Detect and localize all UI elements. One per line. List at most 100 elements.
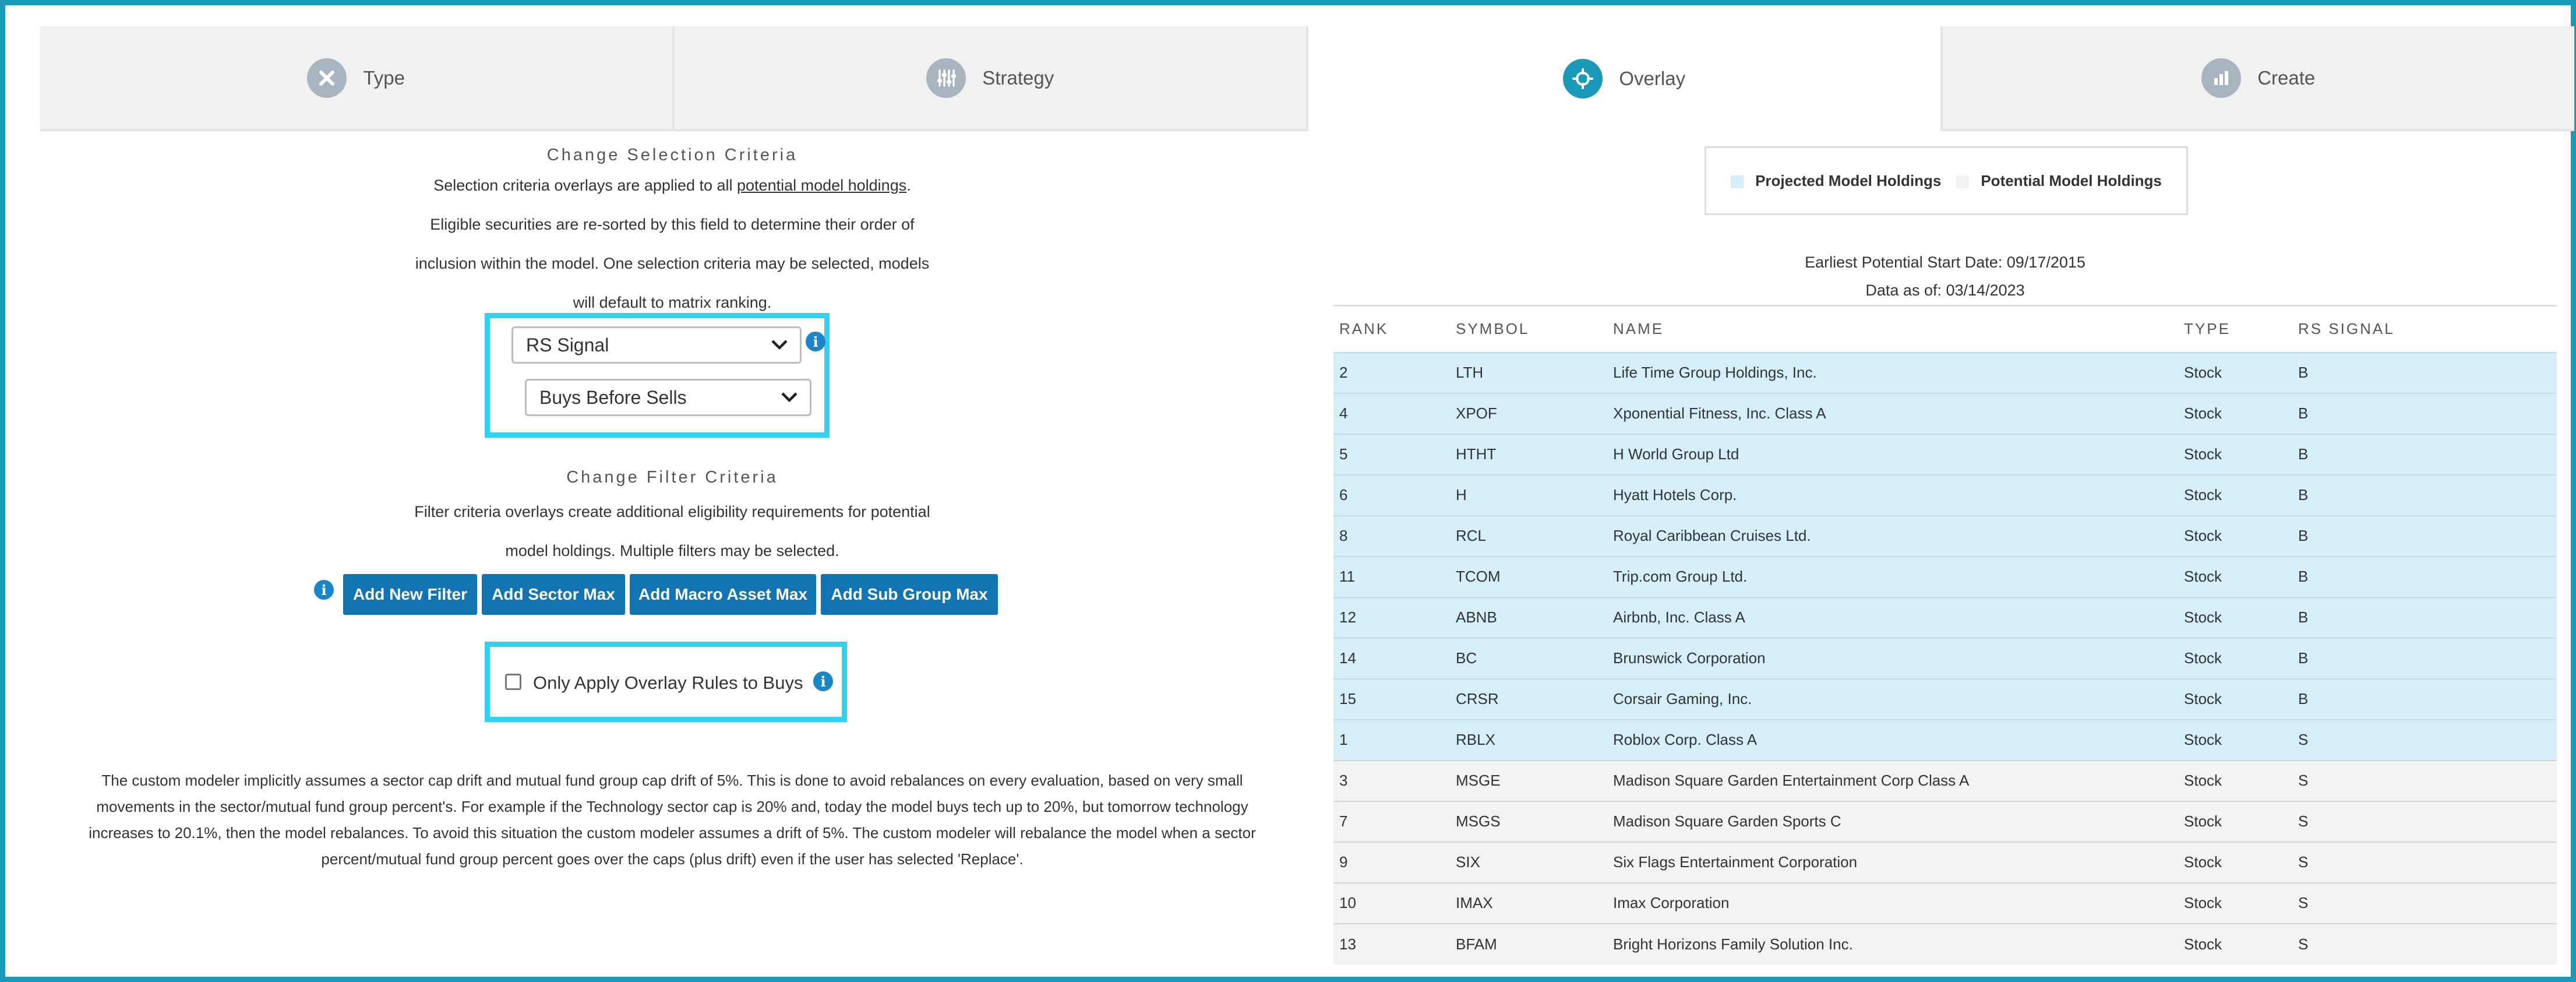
cell-type: Stock [2178, 555, 2292, 597]
add-new-filter-button[interactable]: Add New Filter [343, 574, 477, 615]
cell-symbol: SIX [1450, 841, 1607, 883]
col-name[interactable]: NAME [1607, 305, 2178, 353]
filter-description: Filter criteria overlays create addition… [366, 492, 978, 571]
tab-create[interactable]: Create [1942, 26, 2574, 131]
cell-rank: 2 [1333, 351, 1450, 393]
cell-rank: 13 [1333, 923, 1450, 965]
chevron-down-icon [781, 392, 797, 403]
cell-rank: 4 [1333, 392, 1450, 434]
add-sub-group-max-button[interactable]: Add Sub Group Max [821, 574, 998, 615]
add-macro-asset-max-button[interactable]: Add Macro Asset Max [630, 574, 816, 615]
tab-type[interactable]: Type [40, 26, 675, 131]
selection-criteria-highlight: RS Signal Buys Before Sells [485, 313, 830, 438]
cell-symbol: LTH [1450, 351, 1607, 393]
table-row: 3 MSGE Madison Square Garden Entertainment… [1333, 759, 2557, 801]
cell-rank: 8 [1333, 515, 1450, 557]
cell-signal: B [2292, 678, 2557, 720]
cell-symbol: XPOF [1450, 392, 1607, 434]
cell-signal: B [2292, 392, 2557, 434]
cell-signal: S [2292, 759, 2557, 801]
col-type[interactable]: TYPE [2178, 305, 2292, 353]
cell-name: Xponential Fitness, Inc. Class A [1607, 392, 2178, 434]
app-frame: Type Strategy Overlay Create Change Sele… [0, 0, 2576, 982]
cell-rank: 12 [1333, 596, 1450, 638]
cell-rank: 1 [1333, 719, 1450, 761]
cell-symbol: BC [1450, 637, 1607, 679]
chevron-down-icon [771, 340, 788, 350]
holdings-legend: Projected Model Holdings Potential Model… [1705, 146, 2188, 215]
table-row: 13 BFAM Bright Horizons Family Solution In… [1333, 923, 2557, 965]
selection-info-icon[interactable]: i [806, 332, 825, 351]
cell-rank: 11 [1333, 555, 1450, 597]
footnote-line2: movements in the sector/mutual fund grou… [96, 798, 1248, 815]
cell-type: Stock [2178, 841, 2292, 883]
cell-symbol: RCL [1450, 515, 1607, 557]
tab-overlay-label: Overlay [1619, 68, 1686, 89]
col-rs-signal[interactable]: RS SIGNAL [2292, 305, 2557, 353]
cell-rank: 3 [1333, 759, 1450, 801]
footnote-line3: increases to 20.1%, then the model rebal… [89, 824, 1256, 842]
bar-chart-icon [2201, 58, 2242, 98]
cell-name: Life Time Group Holdings, Inc. [1607, 351, 2178, 393]
footnote-line1: The custom modeler implicitly assumes a … [101, 772, 1243, 789]
cell-signal: B [2292, 515, 2557, 557]
cell-rank: 10 [1333, 882, 1450, 924]
cell-signal: B [2292, 637, 2557, 679]
cell-type: Stock [2178, 351, 2292, 393]
col-symbol[interactable]: SYMBOL [1450, 305, 1607, 353]
add-sector-max-button[interactable]: Add Sector Max [482, 574, 625, 615]
cell-signal: S [2292, 841, 2557, 883]
legend-projected: Projected Model Holdings [1731, 172, 1941, 190]
cell-signal: S [2292, 800, 2557, 842]
cell-name: Airbnb, Inc. Class A [1607, 596, 2178, 638]
cell-rank: 14 [1333, 637, 1450, 679]
drift-footnote: The custom modeler implicitly assumes a … [63, 768, 1281, 872]
only-buys-label: Only Apply Overlay Rules to Buys [533, 673, 803, 693]
cell-symbol: BFAM [1450, 923, 1607, 965]
table-row: 8 RCL Royal Caribbean Cruises Ltd. Stock B [1333, 515, 2557, 557]
sort-order-dropdown[interactable]: Buys Before Sells [525, 379, 811, 416]
tab-overlay[interactable]: Overlay [1308, 26, 1943, 131]
only-buys-highlight: Only Apply Overlay Rules to Buys i [485, 642, 847, 722]
cell-rank: 9 [1333, 841, 1450, 883]
col-rank[interactable]: RANK [1333, 305, 1450, 353]
cell-type: Stock [2178, 474, 2292, 516]
cell-type: Stock [2178, 433, 2292, 475]
cell-name: Madison Square Garden Entertainment Corp… [1607, 759, 2178, 801]
selection-criteria-dropdown[interactable]: RS Signal [511, 326, 802, 364]
potential-holdings-link[interactable]: potential model holdings [737, 177, 906, 194]
cell-type: Stock [2178, 637, 2292, 679]
tab-strategy[interactable]: Strategy [674, 26, 1308, 131]
table-header-row: RANK SYMBOL NAME TYPE RS SIGNAL [1333, 305, 2557, 353]
cell-name: Madison Square Garden Sports C [1607, 800, 2178, 842]
cell-signal: B [2292, 433, 2557, 475]
table-row: 11 TCOM Trip.com Group Ltd. Stock B [1333, 555, 2557, 597]
cell-rank: 15 [1333, 678, 1450, 720]
only-buys-info-icon[interactable]: i [813, 671, 833, 691]
cell-type: Stock [2178, 678, 2292, 720]
table-row: 14 BC Brunswick Corporation Stock B [1333, 637, 2557, 679]
cell-symbol: MSGS [1450, 800, 1607, 842]
cell-name: Six Flags Entertainment Corporation [1607, 841, 2178, 883]
filter-info-icon[interactable]: i [314, 580, 334, 600]
potential-swatch [1956, 175, 1970, 188]
cell-type: Stock [2178, 392, 2292, 434]
cell-type: Stock [2178, 596, 2292, 638]
tab-create-label: Create [2257, 66, 2316, 89]
table-row: 1 RBLX Roblox Corp. Class A Stock S [1333, 719, 2557, 761]
selection-desc-line3: inclusion within the model. One selectio… [415, 255, 930, 272]
only-buys-checkbox[interactable] [505, 674, 521, 690]
selection-description: Selection criteria overlays are applied … [366, 166, 978, 322]
table-row: 2 LTH Life Time Group Holdings, Inc. Stock B [1333, 351, 2557, 393]
cell-symbol: CRSR [1450, 678, 1607, 720]
holdings-panel: Projected Model Holdings Potential Model… [1333, 131, 2560, 970]
cell-name: Roblox Corp. Class A [1607, 719, 2178, 761]
table-row: 10 IMAX Imax Corporation Stock S [1333, 882, 2557, 924]
table-row: 15 CRSR Corsair Gaming, Inc. Stock B [1333, 678, 2557, 720]
cell-signal: B [2292, 555, 2557, 597]
cell-symbol: HTHT [1450, 433, 1607, 475]
filter-desc-line2: model holdings. Multiple filters may be … [505, 542, 839, 559]
cell-signal: S [2292, 923, 2557, 965]
cell-rank: 5 [1333, 433, 1450, 475]
cell-type: Stock [2178, 923, 2292, 965]
